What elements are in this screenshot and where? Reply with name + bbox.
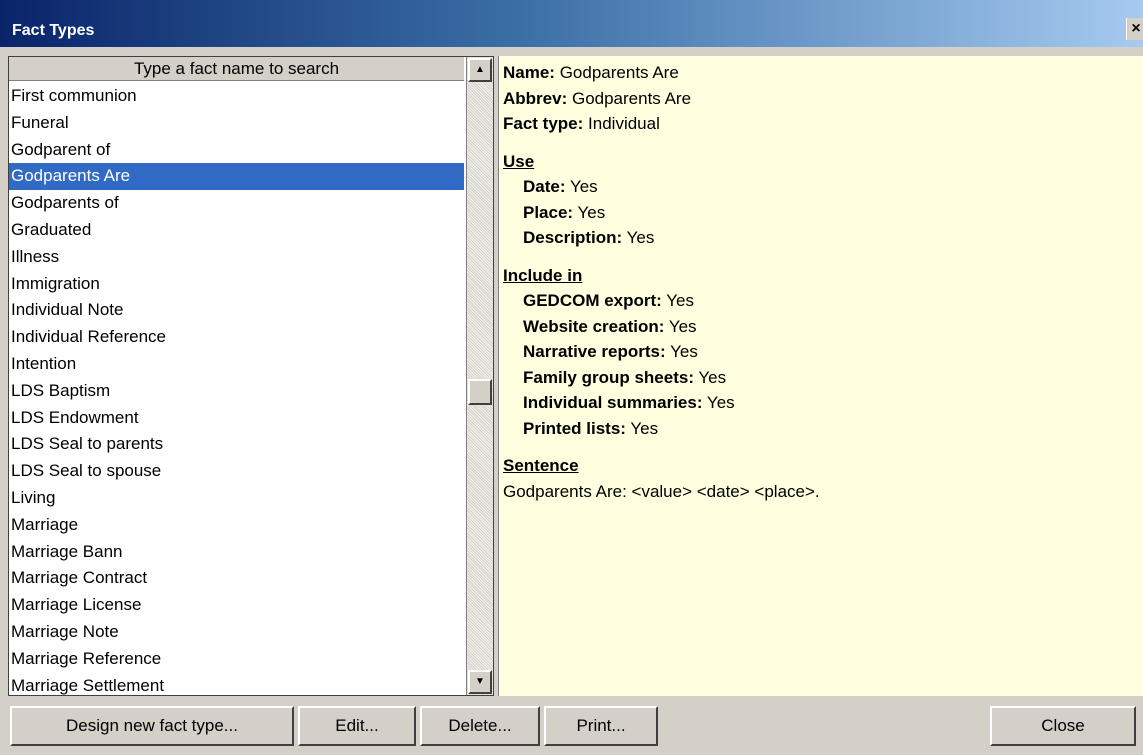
list-item[interactable]: Marriage Contract: [9, 565, 464, 592]
include-printed-lists: Printed lists: Yes: [523, 418, 659, 438]
list-item[interactable]: LDS Seal to parents: [9, 431, 464, 458]
use-heading: Use: [503, 151, 535, 171]
detail-abbrev: Abbrev: Godparents Are: [503, 88, 692, 108]
list-item[interactable]: Individual Reference: [9, 324, 464, 351]
list-item[interactable]: Funeral: [9, 110, 464, 137]
list-item[interactable]: Individual Note: [9, 297, 464, 324]
window-title: Fact Types: [12, 22, 95, 39]
list-item[interactable]: Marriage: [9, 512, 464, 539]
list-items: First communion Funeral Godparent of Godpar…: [9, 83, 464, 699]
list-item[interactable]: Marriage Bann: [9, 539, 464, 566]
list-item[interactable]: LDS Endowment: [9, 405, 464, 432]
sentence-value: Godparents Are: <value> <date> <place>.: [503, 481, 820, 501]
search-input[interactable]: Type a fact name to search: [9, 57, 464, 81]
list-item[interactable]: LDS Baptism: [9, 378, 464, 405]
list-item[interactable]: Godparent of: [9, 137, 464, 164]
list-item[interactable]: Godparents Are: [9, 163, 464, 191]
list-item[interactable]: Marriage License: [9, 592, 464, 619]
list-item[interactable]: First communion: [9, 83, 464, 110]
list-item[interactable]: LDS Seal to spouse: [9, 458, 464, 485]
scroll-up-button[interactable]: ▲: [468, 58, 492, 82]
title-bar: Fact Types ×: [0, 0, 1143, 47]
list-item[interactable]: Graduated: [9, 217, 464, 244]
list-item[interactable]: Immigration: [9, 271, 464, 298]
include-gedcom: GEDCOM export: Yes: [523, 291, 694, 310]
fact-type-list[interactable]: Type a fact name to search First communi…: [8, 56, 494, 696]
print-button[interactable]: Print...: [544, 706, 658, 746]
fact-details-panel: Name: Godparents Are Abbrev: Godparents …: [498, 56, 1143, 696]
edit-button[interactable]: Edit...: [298, 706, 416, 746]
include-summaries: Individual summaries: Yes: [523, 393, 735, 412]
close-window-icon[interactable]: ×: [1126, 18, 1143, 40]
include-narrative: Narrative reports: Yes: [523, 342, 698, 361]
arrow-down-icon: ▼: [475, 676, 485, 687]
detail-name: Name: Godparents Are: [503, 63, 679, 82]
use-description: Description: Yes: [523, 228, 655, 247]
vertical-scrollbar[interactable]: ▲ ▼: [466, 57, 493, 695]
list-item[interactable]: Illness: [9, 244, 464, 271]
include-family-group: Family group sheets: Yes: [523, 367, 727, 387]
list-item[interactable]: Marriage Note: [9, 619, 464, 646]
close-button[interactable]: Close: [990, 706, 1136, 746]
list-item[interactable]: Marriage Settlement: [9, 673, 464, 700]
arrow-up-icon: ▲: [475, 64, 485, 75]
scroll-thumb[interactable]: [468, 379, 492, 405]
delete-button[interactable]: Delete...: [420, 706, 540, 746]
sentence-heading: Sentence: [503, 456, 579, 475]
design-new-fact-type-button[interactable]: Design new fact type...: [10, 706, 294, 746]
detail-fact-type: Fact type: Individual: [503, 114, 660, 133]
use-place: Place: Yes: [523, 202, 606, 222]
list-item[interactable]: Living: [9, 485, 464, 512]
list-item[interactable]: Godparents of: [9, 190, 464, 217]
scroll-down-button[interactable]: ▼: [468, 670, 492, 694]
include-heading: Include in: [503, 265, 583, 285]
list-item[interactable]: Intention: [9, 351, 464, 378]
use-date: Date: Yes: [523, 177, 598, 196]
include-website: Website creation: Yes: [523, 316, 697, 336]
list-item[interactable]: Marriage Reference: [9, 646, 464, 673]
